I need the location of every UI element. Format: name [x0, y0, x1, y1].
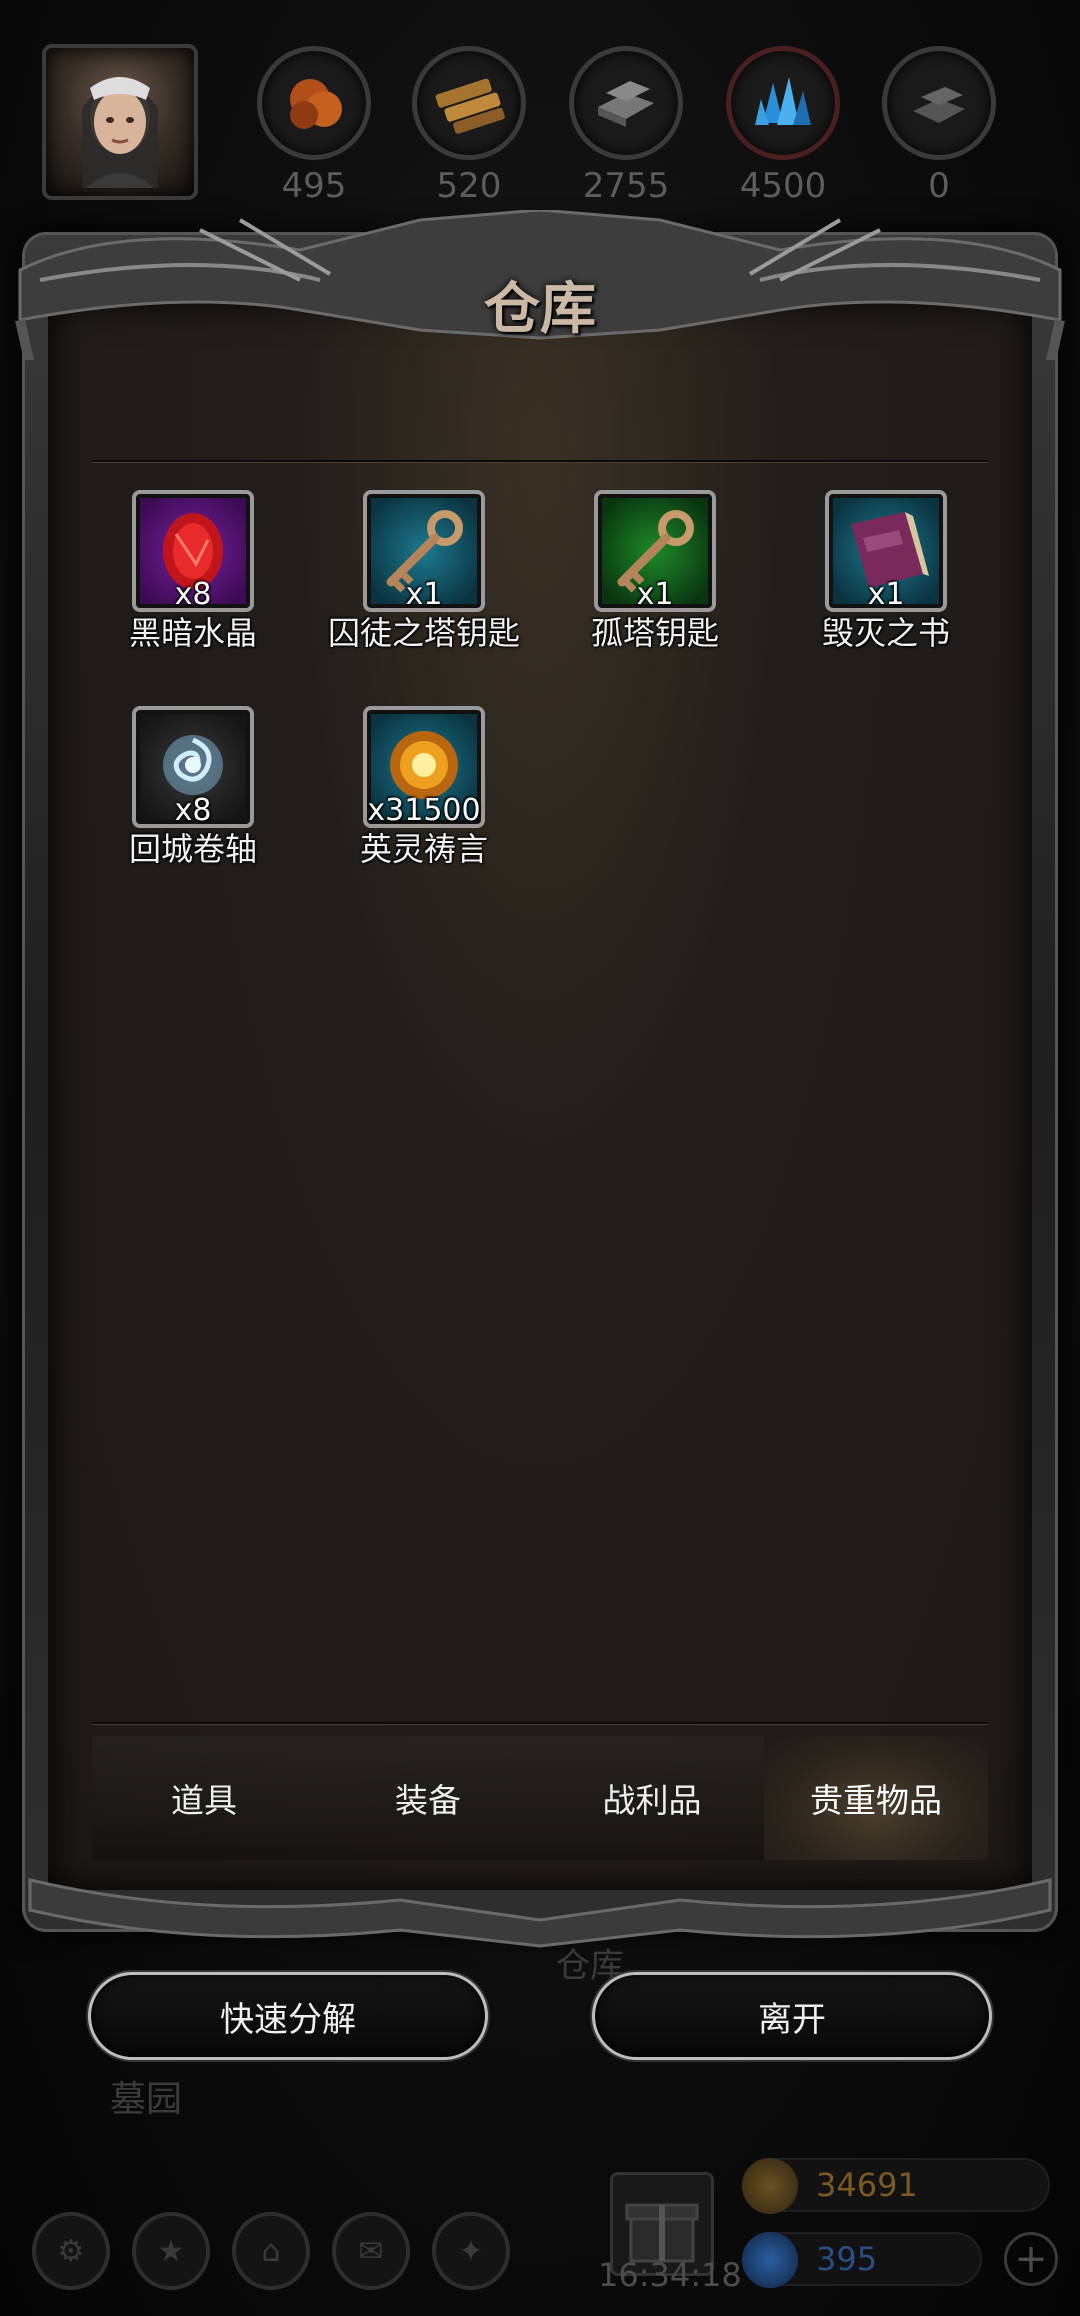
- tab-items[interactable]: 道具: [92, 1736, 316, 1860]
- top-divider: [92, 460, 988, 462]
- tab-valuables[interactable]: 贵重物品: [764, 1736, 988, 1860]
- diamond-amount: 395: [816, 2240, 878, 2278]
- bottom-frame-ornament: [28, 1878, 1052, 1948]
- item-slot: x1: [363, 490, 485, 612]
- item-name: 毁灭之书: [821, 614, 950, 652]
- item-quantity: x1: [636, 577, 674, 612]
- map-icon[interactable]: ✦: [432, 2212, 510, 2290]
- item-name: 英灵祷言: [359, 830, 488, 868]
- iron-icon: [569, 46, 683, 160]
- resource-iron[interactable]: 2755: [569, 46, 683, 206]
- bottom-divider: [92, 1722, 988, 1724]
- player-avatar[interactable]: [42, 44, 198, 200]
- ingot-icon: [882, 46, 996, 160]
- item-slot: x1: [825, 490, 947, 612]
- resource-crystal[interactable]: 4500: [726, 46, 840, 206]
- area-label-cemetery: 墓园: [110, 2079, 183, 2120]
- item-lone-tower-key[interactable]: x1 孤塔钥匙: [555, 490, 755, 654]
- item-slot: x8: [132, 490, 254, 612]
- mail-icon[interactable]: ✉: [332, 2212, 410, 2290]
- item-quantity: x1: [405, 577, 443, 612]
- resource-ingot[interactable]: 0: [882, 46, 996, 206]
- item-quantity: x8: [174, 793, 212, 828]
- add-currency-button[interactable]: +: [1004, 2232, 1058, 2286]
- wood-icon: [412, 46, 526, 160]
- item-slot: x1: [594, 490, 716, 612]
- item-name: 黑暗水晶: [128, 614, 257, 652]
- crystal-count: 4500: [739, 166, 827, 206]
- item-book-of-destruction[interactable]: x1 毁灭之书: [786, 490, 986, 654]
- tab-equipment[interactable]: 装备: [316, 1736, 540, 1860]
- gold-display: 34691: [742, 2158, 1050, 2214]
- diamond-display: 395: [742, 2232, 982, 2288]
- item-prisoner-tower-key[interactable]: x1 囚徒之塔钥匙: [324, 490, 524, 654]
- item-name: 囚徒之塔钥匙: [327, 614, 520, 652]
- ore-icon: [257, 46, 371, 160]
- gold-amount: 34691: [816, 2166, 918, 2204]
- storage-tabs: 道具 装备 战利品 贵重物品: [92, 1736, 988, 1860]
- iron-count: 2755: [582, 166, 670, 206]
- resource-ore[interactable]: 495: [257, 46, 371, 206]
- item-name: 回城卷轴: [128, 830, 257, 868]
- guild-icon[interactable]: ⌂: [232, 2212, 310, 2290]
- item-slot: x31500: [363, 706, 485, 828]
- resource-wood[interactable]: 520: [412, 46, 526, 206]
- crystal-icon: [726, 46, 840, 160]
- leave-button[interactable]: 离开: [592, 1972, 992, 2060]
- quick-decompose-button[interactable]: 快速分解: [88, 1972, 488, 2060]
- gold-coin-icon: [742, 2158, 798, 2214]
- item-hero-prayer[interactable]: x31500 英灵祷言: [324, 706, 524, 870]
- diamond-icon: [742, 2232, 798, 2288]
- clock: 16:34:18: [598, 2256, 742, 2294]
- tab-loot[interactable]: 战利品: [540, 1736, 764, 1860]
- item-slot: x8: [132, 706, 254, 828]
- settings-icon[interactable]: ⚙: [32, 2212, 110, 2290]
- achievement-icon[interactable]: ★: [132, 2212, 210, 2290]
- wood-count: 520: [436, 166, 502, 206]
- ore-count: 495: [281, 166, 347, 206]
- item-quantity: x1: [867, 577, 905, 612]
- item-town-portal-scroll[interactable]: x8 回城卷轴: [93, 706, 293, 870]
- panel-title: 仓库: [484, 276, 596, 342]
- ingot-count: 0: [928, 166, 950, 206]
- item-name: 孤塔钥匙: [590, 614, 719, 652]
- item-dark-crystal[interactable]: x8 黑暗水晶: [93, 490, 293, 654]
- item-quantity: x8: [174, 577, 212, 612]
- character-portrait-icon: [82, 77, 158, 188]
- item-quantity: x31500: [367, 793, 481, 828]
